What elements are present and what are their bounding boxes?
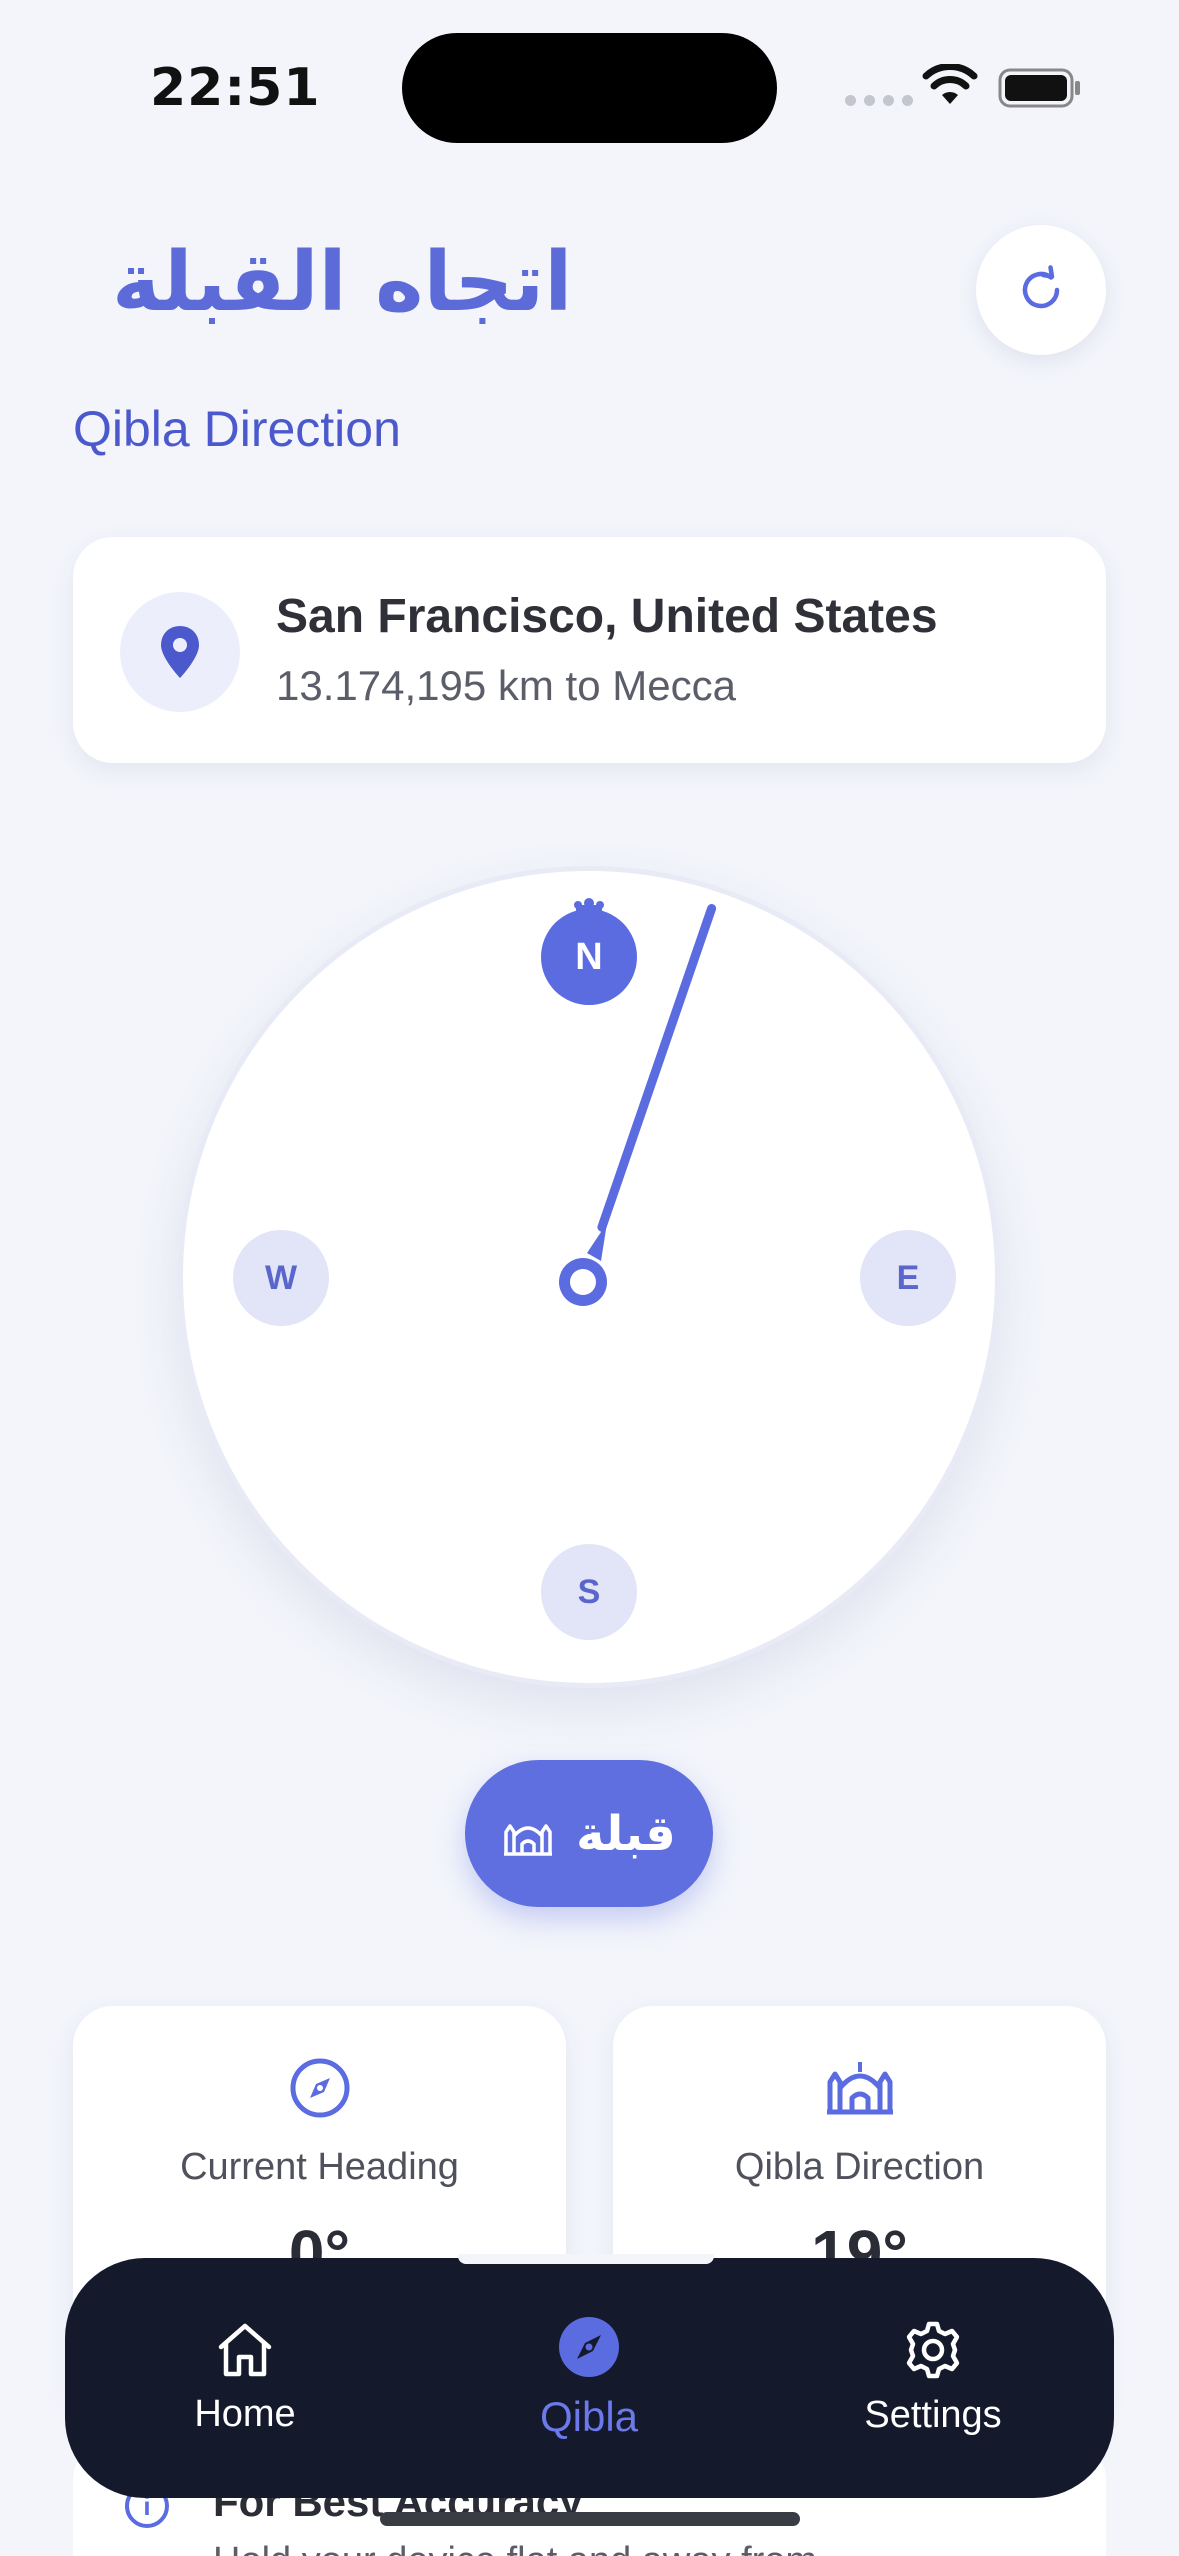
dynamic-island	[402, 33, 777, 143]
tab-qibla-label: Qibla	[539, 2393, 639, 2440]
direction-west: W	[233, 1230, 329, 1326]
cellular-signal-icon	[845, 95, 913, 106]
qibla-button[interactable]: قبلة	[465, 1760, 713, 1907]
tab-home-label: Home	[194, 2392, 296, 2435]
mosque-icon	[826, 2062, 893, 2115]
tab-home[interactable]: Home	[95, 2258, 395, 2498]
home-icon	[218, 2323, 272, 2376]
app-title-arabic: اتجاه القبلة	[112, 235, 573, 330]
direction-south: S	[541, 1544, 637, 1640]
wifi-icon	[922, 64, 978, 104]
gear-icon	[906, 2321, 960, 2378]
bottom-tab-bar: Home Qibla Settings	[65, 2258, 1114, 2498]
mosque-icon	[504, 1823, 553, 1856]
qibla-button-label: قبلة	[576, 1805, 676, 1862]
refresh-icon	[1022, 265, 1060, 309]
location-card: San Francisco, United States 13.174,195 …	[73, 537, 1106, 763]
compass-icon	[559, 2317, 619, 2377]
direction-east: E	[860, 1230, 956, 1326]
location-pin-badge	[120, 592, 240, 712]
needle-base	[587, 1223, 607, 1261]
tab-settings-label: Settings	[864, 2393, 1002, 2436]
qibla-direction-label: Qibla Direction	[734, 2146, 985, 2188]
home-indicator[interactable]	[380, 2512, 800, 2526]
battery-icon	[998, 68, 1080, 108]
tab-settings[interactable]: Settings	[783, 2258, 1083, 2498]
status-time: 22:51	[150, 58, 321, 118]
current-heading-label: Current Heading	[180, 2146, 459, 2188]
direction-north: N	[541, 909, 637, 1005]
qibla-compass: N W E S	[178, 866, 1000, 1688]
tab-qibla[interactable]: Qibla	[439, 2258, 739, 2498]
accuracy-tip-text: Hold your device flat and away from	[213, 2540, 817, 2556]
page-subtitle: Qibla Direction	[73, 401, 401, 457]
distance-to-mecca: 13.174,195 km to Mecca	[276, 662, 736, 709]
location-name: San Francisco, United States	[276, 590, 938, 643]
location-pin-icon	[161, 626, 199, 678]
refresh-button[interactable]	[976, 225, 1106, 355]
tab-bar-notch	[458, 2254, 714, 2264]
compass-icon	[290, 2058, 349, 2118]
